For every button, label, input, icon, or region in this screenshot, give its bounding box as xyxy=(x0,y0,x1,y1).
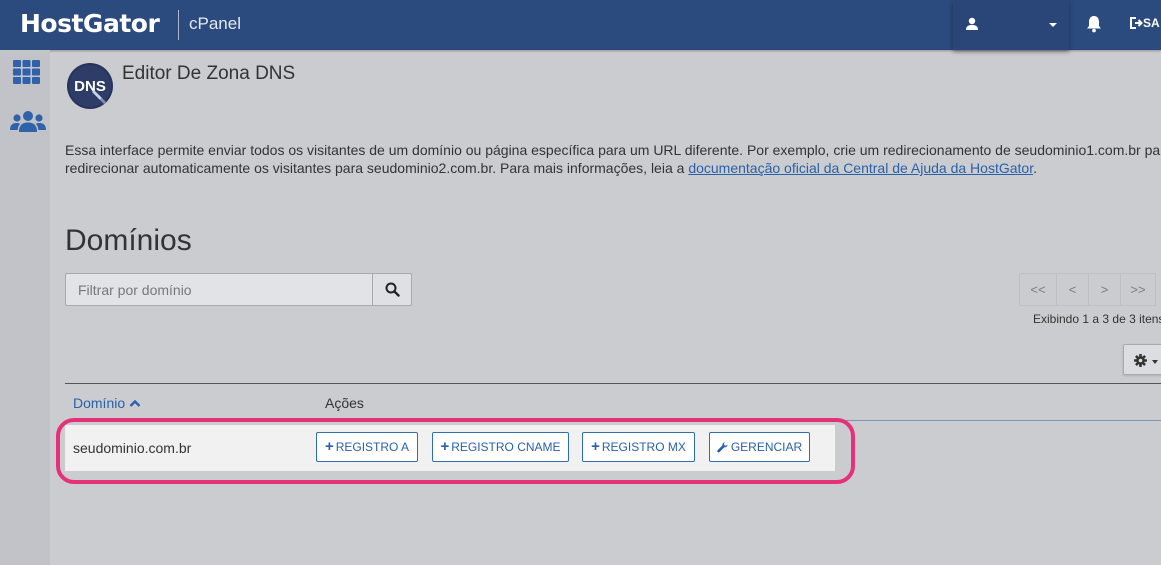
plus-icon: + xyxy=(324,438,334,455)
logout-icon xyxy=(1130,17,1143,29)
add-a-record-button[interactable]: + REGISTRO A xyxy=(316,432,418,462)
user-menu-dropdown[interactable] xyxy=(953,0,1069,50)
users-icon xyxy=(10,111,46,132)
pagination-first-button[interactable]: << xyxy=(1019,273,1057,306)
add-cname-record-button[interactable]: + REGISTRO CNAME xyxy=(432,432,569,462)
wrench-icon xyxy=(717,441,728,452)
add-mx-record-button[interactable]: + REGISTRO MX xyxy=(582,432,695,462)
search-icon xyxy=(385,282,400,297)
main-content: DNS Editor De Zona DNS Essa interface pe… xyxy=(50,50,1161,565)
apps-grid-icon xyxy=(13,60,40,84)
domains-section-title: Domínios xyxy=(65,224,192,257)
add-cname-record-label: REGISTRO CNAME xyxy=(451,440,561,454)
top-navbar: HostGator cPanel SA xyxy=(0,0,1161,50)
manage-button[interactable]: GERENCIAR xyxy=(709,432,810,462)
plus-icon: + xyxy=(591,438,600,455)
add-mx-record-label: REGISTRO MX xyxy=(601,440,686,454)
gear-icon xyxy=(1134,354,1147,367)
page-title: Editor De Zona DNS xyxy=(122,63,296,84)
column-header-actions: Ações xyxy=(325,395,364,411)
rail-users-button[interactable] xyxy=(10,108,46,138)
pagination-next-button[interactable]: > xyxy=(1088,273,1121,306)
logout-label: SA xyxy=(1143,16,1160,30)
column-header-domain[interactable]: Domínio xyxy=(73,395,141,411)
page-description: Essa interface permite enviar todos os v… xyxy=(65,141,1161,177)
brand-logo[interactable]: HostGator xyxy=(20,9,160,38)
row-domain-name: seudominio.com.br xyxy=(73,440,192,456)
dns-zone-editor-icon: DNS xyxy=(67,63,113,109)
description-end: . xyxy=(1033,160,1037,176)
chevron-down-icon xyxy=(1049,23,1057,27)
plus-icon: + xyxy=(440,438,450,455)
pagination-prev-button[interactable]: < xyxy=(1056,273,1089,306)
column-header-domain-label: Domínio xyxy=(73,395,126,411)
user-icon xyxy=(966,17,978,30)
chevron-down-icon xyxy=(1152,360,1158,364)
dns-logo-text: DNS xyxy=(74,78,106,95)
help-docs-link[interactable]: documentação oficial da Central de Ajuda… xyxy=(688,160,1033,176)
bell-icon[interactable] xyxy=(1086,15,1102,33)
manage-label: GERENCIAR xyxy=(730,440,803,454)
chevron-up-icon xyxy=(129,399,141,407)
add-a-record-label: REGISTRO A xyxy=(335,440,410,454)
logout-button[interactable]: SA xyxy=(1130,16,1160,30)
brand-divider xyxy=(178,10,179,40)
left-rail xyxy=(0,50,50,565)
rail-home-button[interactable] xyxy=(10,58,42,88)
product-name: cPanel xyxy=(189,14,241,33)
domain-filter-input[interactable] xyxy=(65,273,373,306)
pagination-info: Exibindo 1 a 3 de 3 itens xyxy=(1033,312,1161,326)
table-settings-button[interactable] xyxy=(1123,344,1161,375)
table-top-border xyxy=(65,383,1161,384)
search-button[interactable] xyxy=(372,273,412,306)
pagination-last-button[interactable]: >> xyxy=(1120,273,1156,306)
table-header-border xyxy=(65,420,1161,421)
pagination: << < > >> xyxy=(1019,273,1156,306)
